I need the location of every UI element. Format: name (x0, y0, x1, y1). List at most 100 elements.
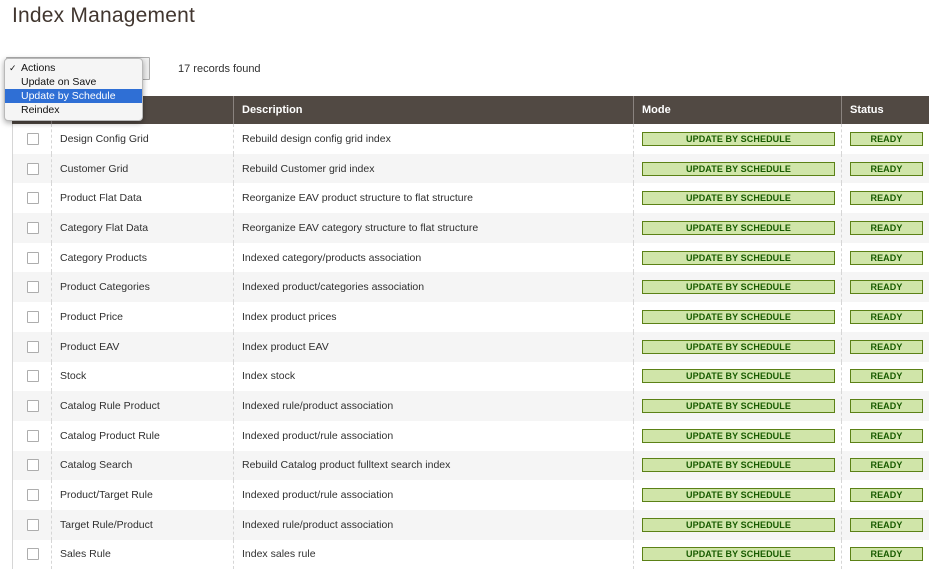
table-row: Design Config Grid Rebuild design config … (12, 124, 929, 154)
indexer-description: Rebuild Catalog product fulltext search … (233, 450, 633, 481)
indexer-description: Indexed rule/product association (233, 391, 633, 421)
checkmark-icon: ✓ (9, 63, 17, 73)
mode-badge: UPDATE BY SCHEDULE (642, 309, 835, 324)
records-found-count: 17 records found (178, 63, 261, 75)
status-badge: READY (850, 191, 923, 206)
status-badge: READY (850, 458, 923, 473)
status-cell: READY (841, 242, 929, 273)
indexer-title: Product EAV (51, 331, 233, 362)
status-badge: READY (850, 131, 923, 146)
mode-badge: UPDATE BY SCHEDULE (642, 191, 835, 206)
menu-item-update-on-save[interactable]: Update on Save (5, 75, 142, 89)
header-description[interactable]: Description (233, 96, 633, 124)
indexer-title: Customer Grid (51, 153, 233, 184)
indexer-description: Indexed category/products association (233, 242, 633, 273)
row-checkbox-cell (12, 242, 51, 273)
indexer-description: Index stock (233, 361, 633, 392)
indexer-title: Catalog Product Rule (51, 420, 233, 451)
mode-cell: UPDATE BY SCHEDULE (633, 153, 841, 184)
grid-header: Description Mode Status (12, 96, 929, 124)
status-cell: READY (841, 153, 929, 184)
mode-cell: UPDATE BY SCHEDULE (633, 272, 841, 303)
indexer-title: Design Config Grid (51, 124, 233, 154)
status-badge: READY (850, 250, 923, 265)
table-row: Product EAV Index product EAV UPDATE BY SC… (12, 331, 929, 362)
row-checkbox[interactable] (27, 132, 39, 145)
indexer-grid: Description Mode Status Design Config Gr… (12, 96, 929, 570)
status-badge: READY (850, 280, 923, 295)
mode-badge: UPDATE BY SCHEDULE (642, 369, 835, 384)
row-checkbox-cell (12, 183, 51, 214)
status-badge: READY (850, 309, 923, 324)
status-badge: READY (850, 369, 923, 384)
mode-badge: UPDATE BY SCHEDULE (642, 280, 835, 295)
menu-item-actions[interactable]: ✓ Actions (5, 61, 142, 75)
status-badge: READY (850, 339, 923, 354)
row-checkbox-cell (12, 124, 51, 154)
page-title: Index Management (12, 4, 195, 27)
mode-cell: UPDATE BY SCHEDULE (633, 509, 841, 540)
actions-dropdown-menu[interactable]: ✓ Actions Update on Save Update by Sched… (4, 58, 143, 121)
mode-badge: UPDATE BY SCHEDULE (642, 161, 835, 176)
row-checkbox[interactable] (27, 489, 39, 502)
row-checkbox[interactable] (27, 192, 39, 205)
menu-item-reindex[interactable]: Reindex (5, 103, 142, 117)
status-cell: READY (841, 183, 929, 214)
table-row: Catalog Product Rule Indexed product/rule… (12, 420, 929, 451)
row-checkbox[interactable] (27, 310, 39, 323)
mode-badge: UPDATE BY SCHEDULE (642, 488, 835, 503)
row-checkbox[interactable] (27, 162, 39, 175)
table-row: Product Price Index product prices UPDATE … (12, 302, 929, 332)
status-cell: READY (841, 302, 929, 332)
row-checkbox[interactable] (27, 459, 39, 472)
status-cell: READY (841, 124, 929, 154)
table-row: Product Categories Indexed product/catego… (12, 272, 929, 303)
row-checkbox-cell (12, 153, 51, 184)
row-checkbox[interactable] (27, 251, 39, 264)
mode-cell: UPDATE BY SCHEDULE (633, 302, 841, 332)
mode-badge: UPDATE BY SCHEDULE (642, 131, 835, 146)
header-mode[interactable]: Mode (633, 96, 841, 124)
indexer-description: Indexed rule/product association (233, 509, 633, 540)
menu-item-label: Reindex (21, 104, 60, 116)
mode-cell: UPDATE BY SCHEDULE (633, 391, 841, 421)
indexer-description: Indexed product/rule association (233, 420, 633, 451)
table-row: Catalog Rule Product Indexed rule/product… (12, 391, 929, 421)
row-checkbox-cell (12, 539, 51, 570)
row-checkbox[interactable] (27, 548, 39, 561)
table-row: Product/Target Rule Indexed product/rule … (12, 480, 929, 510)
indexer-title: Sales Rule (51, 539, 233, 570)
row-checkbox-cell (12, 391, 51, 421)
indexer-title: Catalog Search (51, 450, 233, 481)
indexer-description: Index product EAV (233, 331, 633, 362)
menu-item-update-by-schedule[interactable]: Update by Schedule (5, 89, 142, 103)
row-checkbox[interactable] (27, 221, 39, 234)
status-badge: READY (850, 220, 923, 235)
header-status[interactable]: Status (841, 96, 929, 124)
mode-cell: UPDATE BY SCHEDULE (633, 420, 841, 451)
indexer-description: Indexed product/categories association (233, 272, 633, 303)
row-checkbox[interactable] (27, 340, 39, 353)
row-checkbox-cell (12, 361, 51, 392)
status-badge: READY (850, 488, 923, 503)
indexer-description: Rebuild design config grid index (233, 124, 633, 154)
status-cell: READY (841, 450, 929, 481)
mode-cell: UPDATE BY SCHEDULE (633, 539, 841, 570)
row-checkbox[interactable] (27, 370, 39, 383)
indexer-title: Catalog Rule Product (51, 391, 233, 421)
row-checkbox[interactable] (27, 518, 39, 531)
indexer-title: Category Products (51, 242, 233, 273)
mode-badge: UPDATE BY SCHEDULE (642, 339, 835, 354)
status-badge: READY (850, 428, 923, 443)
row-checkbox[interactable] (27, 281, 39, 294)
indexer-description: Indexed product/rule association (233, 480, 633, 510)
row-checkbox-cell (12, 272, 51, 303)
mode-badge: UPDATE BY SCHEDULE (642, 547, 835, 562)
status-badge: READY (850, 517, 923, 532)
row-checkbox-cell (12, 331, 51, 362)
row-checkbox[interactable] (27, 400, 39, 413)
row-checkbox[interactable] (27, 429, 39, 442)
indexer-title: Category Flat Data (51, 213, 233, 243)
table-row: Product Flat Data Reorganize EAV product … (12, 183, 929, 214)
mode-badge: UPDATE BY SCHEDULE (642, 458, 835, 473)
